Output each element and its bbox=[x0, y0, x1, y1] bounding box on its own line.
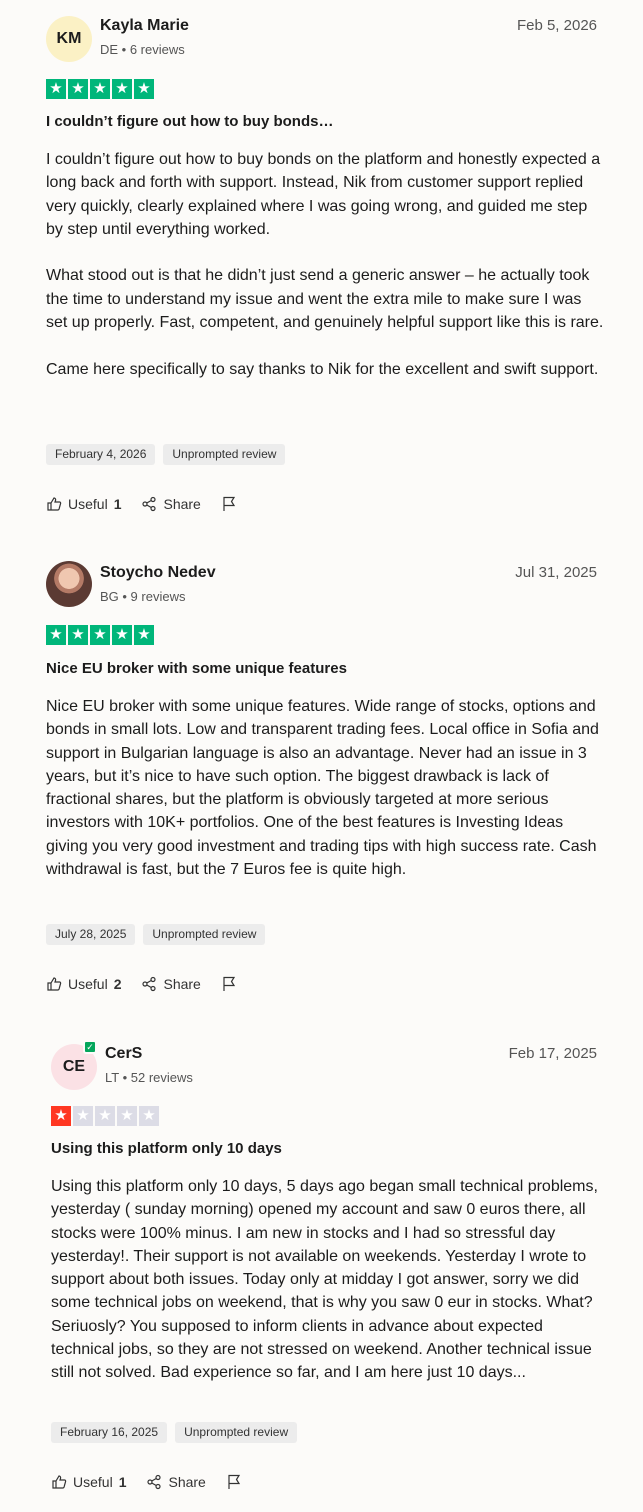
review-card: Stoycho Nedev BG • 9 reviews Jul 31, 202… bbox=[0, 545, 643, 1025]
share-label: Share bbox=[163, 496, 201, 512]
review-card: KM Kayla Marie DE • 6 reviews Feb 5, 202… bbox=[0, 0, 643, 540]
review-date: Feb 17, 2025 bbox=[508, 1045, 597, 1062]
star-icon: ★ bbox=[90, 625, 110, 645]
unprompted-badge[interactable]: Unprompted review bbox=[163, 444, 286, 465]
star-icon: ★ bbox=[46, 79, 66, 99]
reviewer-meta: BG • 9 reviews bbox=[100, 589, 186, 604]
review-body: Nice EU broker with some unique features… bbox=[46, 695, 606, 881]
star-icon: ★ bbox=[134, 625, 154, 645]
review-actions: Useful 1 Share bbox=[46, 496, 257, 512]
star-icon: ★ bbox=[51, 1106, 71, 1126]
share-button[interactable]: Share bbox=[141, 496, 201, 512]
share-button[interactable]: Share bbox=[141, 976, 201, 992]
flag-icon bbox=[226, 1474, 242, 1490]
useful-count: 1 bbox=[113, 496, 122, 512]
star-rating: ★ ★ ★ ★ ★ bbox=[46, 79, 154, 99]
share-label: Share bbox=[163, 976, 201, 992]
experience-date-badge: February 16, 2025 bbox=[51, 1422, 168, 1443]
star-icon: ★ bbox=[46, 625, 66, 645]
useful-label: Useful bbox=[68, 496, 108, 512]
star-icon: ★ bbox=[112, 79, 132, 99]
review-paragraph: What stood out is that he didn’t just se… bbox=[46, 267, 604, 332]
star-icon: ★ bbox=[68, 79, 88, 99]
review-title[interactable]: I couldn’t figure out how to buy bonds… bbox=[46, 113, 333, 130]
share-icon bbox=[141, 976, 157, 992]
report-button[interactable] bbox=[221, 976, 237, 992]
thumbs-up-icon bbox=[51, 1474, 67, 1490]
star-icon: ★ bbox=[139, 1106, 159, 1126]
star-icon: ★ bbox=[68, 625, 88, 645]
star-icon: ★ bbox=[134, 79, 154, 99]
star-icon: ★ bbox=[112, 625, 132, 645]
useful-count: 2 bbox=[113, 976, 122, 992]
thumbs-up-icon bbox=[46, 496, 62, 512]
unprompted-badge[interactable]: Unprompted review bbox=[175, 1422, 298, 1443]
useful-label: Useful bbox=[68, 976, 108, 992]
report-button[interactable] bbox=[221, 496, 237, 512]
share-button[interactable]: Share bbox=[146, 1474, 206, 1490]
reviewer-meta: DE • 6 reviews bbox=[100, 42, 185, 57]
star-icon: ★ bbox=[73, 1106, 93, 1126]
verified-check-icon: ✓ bbox=[83, 1040, 97, 1054]
star-icon: ★ bbox=[117, 1106, 137, 1126]
review-paragraph: Came here specifically to say thanks to … bbox=[46, 360, 599, 378]
reviewer-name[interactable]: Stoycho Nedev bbox=[100, 564, 216, 582]
review-actions: Useful 2 Share bbox=[46, 976, 257, 992]
review-date: Feb 5, 2026 bbox=[516, 17, 597, 34]
reviewer-name[interactable]: Kayla Marie bbox=[100, 17, 189, 35]
review-title[interactable]: Using this platform only 10 days bbox=[51, 1140, 282, 1157]
star-icon: ★ bbox=[90, 79, 110, 99]
experience-date-badge: February 4, 2026 bbox=[46, 444, 156, 465]
share-icon bbox=[141, 496, 157, 512]
thumbs-up-icon bbox=[46, 976, 62, 992]
share-label: Share bbox=[168, 1474, 206, 1490]
star-rating: ★ ★ ★ ★ ★ bbox=[46, 625, 154, 645]
review-paragraph: I couldn’t figure out how to buy bonds o… bbox=[46, 151, 601, 238]
reviewer-meta: LT • 52 reviews bbox=[105, 1070, 193, 1085]
share-icon bbox=[146, 1474, 162, 1490]
useful-count: 1 bbox=[118, 1474, 127, 1490]
review-paragraph: Nice EU broker with some unique features… bbox=[46, 698, 599, 879]
report-button[interactable] bbox=[226, 1474, 242, 1490]
review-actions: Useful 1 Share bbox=[51, 1474, 262, 1490]
useful-button[interactable]: Useful 2 bbox=[46, 976, 121, 992]
star-rating: ★ ★ ★ ★ ★ bbox=[51, 1106, 159, 1126]
flag-icon bbox=[221, 496, 237, 512]
unprompted-badge[interactable]: Unprompted review bbox=[143, 924, 266, 945]
review-tags: February 16, 2025 Unprompted review bbox=[51, 1422, 298, 1443]
useful-label: Useful bbox=[73, 1474, 113, 1490]
avatar[interactable]: CE ✓ bbox=[51, 1040, 97, 1090]
experience-date-badge: July 28, 2025 bbox=[46, 924, 136, 945]
avatar[interactable] bbox=[46, 561, 92, 607]
review-body: Using this platform only 10 days, 5 days… bbox=[51, 1175, 606, 1385]
review-date: Jul 31, 2025 bbox=[515, 564, 597, 581]
useful-button[interactable]: Useful 1 bbox=[51, 1474, 126, 1490]
avatar[interactable]: KM bbox=[46, 16, 92, 62]
review-tags: February 4, 2026 Unprompted review bbox=[46, 444, 286, 465]
flag-icon bbox=[221, 976, 237, 992]
useful-button[interactable]: Useful 1 bbox=[46, 496, 121, 512]
review-body: I couldn’t figure out how to buy bonds o… bbox=[46, 148, 606, 381]
review-tags: July 28, 2025 Unprompted review bbox=[46, 924, 266, 945]
star-icon: ★ bbox=[95, 1106, 115, 1126]
review-paragraph: Using this platform only 10 days, 5 days… bbox=[51, 1178, 598, 1382]
review-card: CE ✓ CerS LT • 52 reviews Feb 17, 2025 ★… bbox=[0, 1030, 643, 1512]
review-title[interactable]: Nice EU broker with some unique features bbox=[46, 660, 347, 677]
reviewer-name[interactable]: CerS bbox=[105, 1045, 142, 1063]
